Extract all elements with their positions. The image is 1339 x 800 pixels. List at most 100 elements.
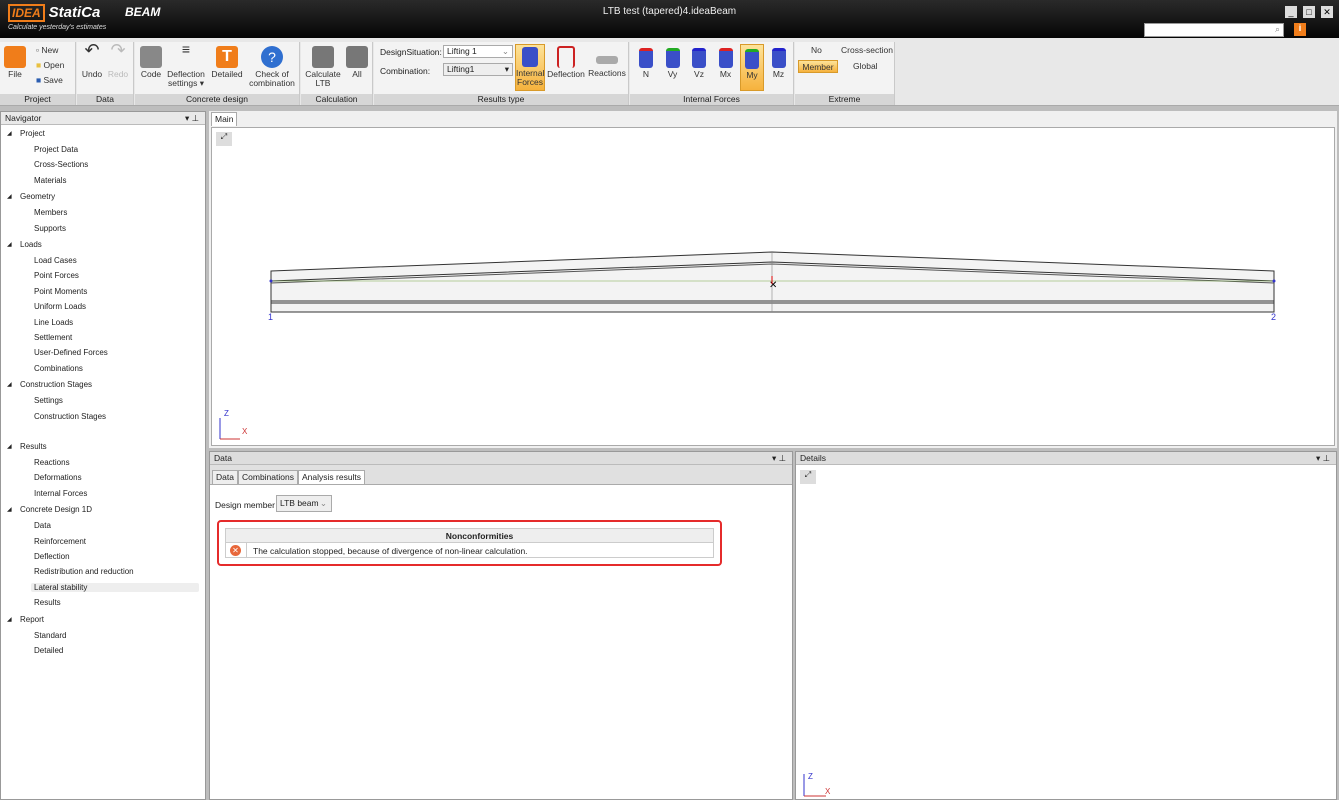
tree-item[interactable]: User-Defined Forces [34,348,108,357]
redo-icon: ↷ [110,40,126,60]
pin-icon[interactable]: ▾ ⊥ [772,452,786,465]
redo-button[interactable]: ↷ Redo [106,40,130,79]
pin-icon[interactable]: ▾ ⊥ [185,112,199,125]
extreme-global-button[interactable]: Global [853,62,878,71]
tree-item[interactable]: Standard [34,631,66,640]
tree-item[interactable]: Deflection [34,552,70,561]
tree-item[interactable]: Line Loads [34,318,73,327]
force-mz-button[interactable]: Mz [767,44,791,91]
extreme-cross-section-button[interactable]: Cross-section [841,46,893,55]
deflection-settings-button[interactable]: ≡ Deflection settings ▾ [165,42,207,88]
extreme-no-button[interactable]: No [811,46,822,55]
file-button[interactable]: File [4,46,26,79]
tree-group[interactable]: Results [20,442,47,451]
beam-drawing: ✕ [219,251,1276,440]
expand-toggle-icon[interactable]: ◢ [7,193,12,200]
expand-toggle-icon[interactable]: ◢ [7,241,12,248]
open-button[interactable]: ■ Open [36,61,64,70]
tree-item[interactable]: Members [34,208,67,217]
tree-item[interactable]: Detailed [34,646,63,655]
fullscreen-icon[interactable]: ⤢ [800,470,816,484]
tree-item[interactable]: Data [34,521,51,530]
pin-icon[interactable]: ▾ ⊥ [1316,452,1330,465]
tree-item[interactable]: Results [34,598,61,607]
tree-item[interactable]: Cross-Sections [34,160,88,169]
maximize-button[interactable]: □ [1303,6,1315,18]
tree-item[interactable]: Point Forces [34,271,79,280]
expand-toggle-icon[interactable]: ◢ [7,381,12,388]
tree-item[interactable]: Settlement [34,333,72,342]
minimize-button[interactable]: _ [1285,6,1297,18]
design-situation-select[interactable]: Lifting 1 ⌄ [443,45,513,58]
force-mx-button[interactable]: Mx [714,44,738,91]
check-combination-button[interactable]: ? Check of combination [247,46,297,88]
new-button[interactable]: ▫ New [36,46,58,55]
extreme-member-button[interactable]: Member [798,60,838,73]
tree-group[interactable]: Concrete Design 1D [20,505,92,514]
tree-item[interactable]: Deformations [34,473,82,482]
tree-group[interactable]: Project [20,129,45,138]
force-n-button[interactable]: N [634,44,658,91]
force-vz-button[interactable]: Vz [687,44,711,91]
tab-main[interactable]: Main [211,112,238,126]
search-input[interactable]: ⌕ [1144,23,1284,37]
group-label: Project [0,94,75,105]
calculate-all-button[interactable]: All [345,46,369,79]
tab-data[interactable]: Data [212,470,238,484]
tree-item[interactable]: Reactions [34,458,70,467]
tree-item[interactable]: Settings [34,396,63,405]
internal-forces-button[interactable]: Internal Forces [515,44,545,91]
tree-item[interactable]: Point Moments [34,287,87,296]
force-icon [771,48,786,68]
expand-toggle-icon[interactable]: ◢ [7,443,12,450]
tree-item[interactable]: Redistribution and reduction [34,567,134,576]
force-my-button[interactable]: My [740,44,764,91]
tree-item[interactable]: Internal Forces [34,489,87,498]
highlight-frame: Nonconformities ✕ The calculation stoppe… [217,520,722,566]
force-vy-button[interactable]: Vy [661,44,685,91]
svg-text:X: X [825,787,831,796]
reactions-button[interactable]: Reactions [587,46,627,78]
tree-item[interactable]: Construction Stages [34,412,106,421]
save-icon: ■ [36,75,42,85]
group-label: Extreme [795,94,894,105]
tree-group[interactable]: Report [20,615,44,624]
expand-toggle-icon[interactable]: ◢ [7,506,12,513]
save-button[interactable]: ■ Save [36,76,63,85]
deflection-button[interactable]: Deflection [547,46,585,79]
reactions-icon [596,56,618,64]
design-member-select[interactable]: LTB beam ⌄ [276,495,332,512]
tree-item[interactable]: Combinations [34,364,83,373]
tree-group[interactable]: Geometry [20,192,55,201]
tab-combinations[interactable]: Combinations [238,470,298,484]
force-icon [639,48,653,68]
tree-item[interactable]: Lateral stability [31,582,199,592]
svg-text:✕: ✕ [769,280,777,291]
tree-group[interactable]: Loads [20,240,42,249]
tree-item[interactable]: Supports [34,224,66,233]
nonconformities-table: Nonconformities ✕ The calculation stoppe… [225,528,714,558]
info-icon[interactable]: i [1294,23,1306,36]
calculate-ltb-button[interactable]: Calculate LTB [304,46,342,88]
model-viewport[interactable]: ⤢ ✕ 1 2 Z X [211,127,1335,446]
code-button[interactable]: Code [139,46,163,79]
tree-item[interactable]: Reinforcement [34,537,86,546]
window-title: LTB test (tapered)4.ideaBeam [602,6,737,17]
tab-analysis-results[interactable]: Analysis results [298,470,366,484]
table-row[interactable]: ✕ The calculation stopped, because of di… [226,543,713,558]
undo-button[interactable]: ↶ Undo [80,41,104,79]
tree-item[interactable]: Project Data [34,145,78,154]
navigator-panel: Navigator ▾ ⊥ ◢ Project Project Data Cross-S… [0,111,206,800]
design-member-label: Design member [215,500,275,510]
tree-item[interactable]: Materials [34,176,66,185]
combination-select[interactable]: Lifting1 ▾ [443,63,513,76]
group-label: Calculation [301,94,372,105]
close-button[interactable]: ✕ [1321,6,1333,18]
tree-group[interactable]: Construction Stages [20,380,92,389]
detailed-button[interactable]: T Detailed [211,46,243,79]
tree-item[interactable]: Load Cases [34,256,77,265]
expand-toggle-icon[interactable]: ◢ [7,616,12,623]
expand-toggle-icon[interactable]: ◢ [7,130,12,137]
tree-item[interactable]: Uniform Loads [34,302,86,311]
svg-text:Z: Z [808,772,813,781]
